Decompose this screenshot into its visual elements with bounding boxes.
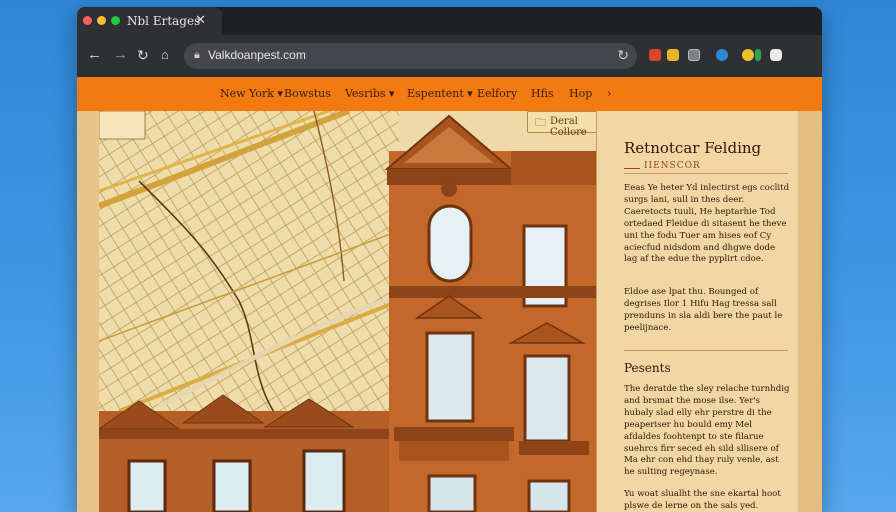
map-and-building-image: [99, 111, 596, 512]
extension-icon[interactable]: [742, 49, 754, 61]
sidebar-title: Retnotcar Felding: [624, 139, 762, 157]
tab-close-icon[interactable]: ✕: [195, 12, 206, 28]
nav-item-vesribs[interactable]: Vesribs ▾: [345, 87, 395, 100]
nav-item-hfis[interactable]: Hfis: [531, 87, 554, 100]
page-content: 🗀︎ Deral Collore Retnotcar Felding IIENS…: [77, 111, 822, 512]
info-sidebar: Retnotcar Felding IIENSCOR Eeas Ye heter…: [596, 111, 799, 512]
browser-tab[interactable]: Nbl Ertages ✕: [77, 7, 222, 35]
sidebar-paragraph-4: Yu woat slualht the sne ekartal hoot pls…: [624, 489, 781, 511]
extension-icon[interactable]: [755, 49, 761, 61]
nav-item-new-york[interactable]: New York ▾: [220, 87, 283, 100]
tab-strip: Nbl Ertages ✕: [77, 7, 822, 35]
site-navigation: New York ▾ Bowstus Vesribs ▾ Espentent ▾…: [77, 77, 822, 111]
share-icon[interactable]: ↻: [617, 47, 629, 64]
lock-icon: 🔒︎: [194, 49, 200, 61]
section-heading: Pesents: [624, 361, 671, 375]
sidebar-paragraph-1: Eeas Ye heter Yd inlectirst egs coclitd …: [624, 183, 790, 265]
tab-title: Nbl Ertages: [127, 14, 201, 28]
profile-icon[interactable]: [770, 49, 782, 61]
browser-toolbar: ← → ↻ ⌂ 🔒︎ Valkdoanpest.com ↻: [77, 35, 822, 77]
page-margin: [798, 111, 822, 512]
nav-item-espentent[interactable]: Espentent ▾: [407, 87, 473, 100]
extension-icon[interactable]: [688, 49, 700, 61]
tag-icon: 🗀︎: [535, 117, 546, 129]
hero-illustration: [99, 111, 596, 512]
extension-icon[interactable]: [667, 49, 679, 61]
back-icon[interactable]: ←: [87, 47, 102, 63]
sidebar-subtitle: IIENSCOR: [644, 161, 701, 171]
forward-icon[interactable]: →: [113, 47, 128, 63]
close-window-button[interactable]: [83, 16, 92, 25]
subtitle-rule: [624, 168, 640, 169]
browser-window: Nbl Ertages ✕ ← → ↻ ⌂ 🔒︎ Valkdoanpest.co…: [77, 7, 822, 512]
address-bar[interactable]: 🔒︎ Valkdoanpest.com ↻: [184, 43, 637, 69]
nav-item-hop[interactable]: Hop: [569, 87, 592, 100]
home-icon[interactable]: ⌂: [161, 47, 169, 63]
divider: [624, 350, 788, 351]
url-text: Valkdoanpest.com: [208, 48, 306, 62]
nav-more-chevron-icon[interactable]: ›: [607, 87, 611, 100]
maximize-window-button[interactable]: [111, 16, 120, 25]
sidebar-paragraph-3: The deratde the sley relache turnhdig an…: [624, 384, 790, 478]
nav-item-eelfory[interactable]: Eelfory: [477, 87, 517, 100]
extension-icon[interactable]: [716, 49, 728, 61]
sidebar-paragraph-2: Eldoe ase lpat thu. Bounged of degrises …: [624, 287, 783, 333]
nav-item-bowstus[interactable]: Bowstus: [284, 87, 331, 100]
reload-icon[interactable]: ↻: [137, 47, 149, 63]
divider: [624, 173, 788, 174]
extension-icon[interactable]: [649, 49, 661, 61]
minimize-window-button[interactable]: [97, 16, 106, 25]
